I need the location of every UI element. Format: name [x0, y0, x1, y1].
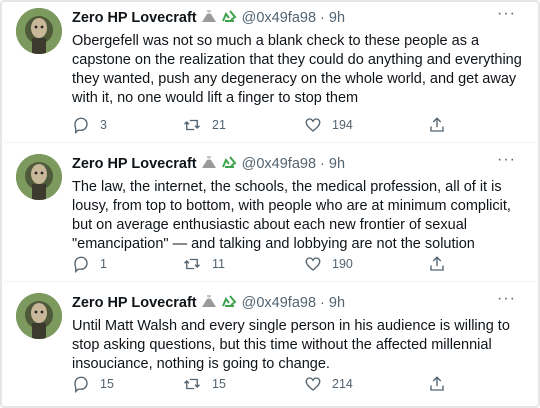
tweet-header: Zero HP Lovecraft @0x49fa98 · 9h [72, 293, 345, 313]
reply-count: 15 [100, 377, 114, 391]
share-button[interactable] [428, 116, 446, 134]
retweet-count: 21 [212, 118, 226, 132]
volcano-emoji-icon [201, 155, 217, 173]
reply-icon [74, 376, 88, 393]
display-name[interactable]: Zero HP Lovecraft [72, 10, 197, 26]
divider [4, 142, 536, 143]
tweet-text: Until Matt Walsh and every single person… [72, 318, 510, 372]
reply-count: 1 [100, 257, 107, 271]
action-bar: 3 21 194 [72, 116, 452, 136]
separator-dot: · [320, 10, 325, 26]
reply-icon [74, 117, 88, 134]
separator-dot: · [320, 295, 325, 311]
user-handle[interactable]: @0x49fa98 [242, 156, 316, 172]
heart-icon [305, 257, 321, 271]
share-icon [430, 376, 444, 391]
heart-icon [305, 118, 321, 132]
like-button[interactable]: 190 [304, 255, 353, 273]
avatar-image-icon [16, 8, 62, 54]
more-options-icon[interactable]: ··· [497, 291, 516, 307]
recycle-emoji-icon [221, 155, 237, 173]
reply-button[interactable]: 15 [72, 375, 114, 393]
display-name[interactable]: Zero HP Lovecraft [72, 295, 197, 311]
share-button[interactable] [428, 255, 446, 273]
divider [4, 281, 536, 282]
user-handle[interactable]: @0x49fa98 [242, 10, 316, 26]
like-button[interactable]: 194 [304, 116, 353, 134]
reply-icon [74, 256, 88, 273]
avatar-image-icon [16, 293, 62, 339]
user-handle[interactable]: @0x49fa98 [242, 295, 316, 311]
volcano-emoji-icon [201, 294, 217, 312]
separator-dot: · [320, 156, 325, 172]
more-options-icon[interactable]: ··· [497, 6, 516, 22]
retweet-icon [184, 119, 200, 131]
tweet-header: Zero HP Lovecraft @0x49fa98 · 9h [72, 154, 345, 174]
like-count: 214 [332, 377, 353, 391]
recycle-emoji-icon [221, 9, 237, 27]
retweet-count: 15 [212, 377, 226, 391]
avatar[interactable] [16, 8, 62, 54]
share-icon [430, 256, 444, 271]
timeline-frame: Zero HP Lovecraft @0x49fa98 · 9h ··· Obe… [0, 0, 540, 408]
share-icon [430, 117, 444, 132]
avatar[interactable] [16, 154, 62, 200]
reply-button[interactable]: 1 [72, 255, 107, 273]
timestamp[interactable]: 9h [329, 10, 345, 26]
retweet-button[interactable]: 11 [182, 255, 225, 273]
reply-button[interactable]: 3 [72, 116, 107, 134]
retweet-button[interactable]: 21 [182, 116, 226, 134]
retweet-count: 11 [212, 257, 225, 271]
heart-icon [305, 377, 321, 391]
timestamp[interactable]: 9h [329, 156, 345, 172]
more-options-icon[interactable]: ··· [497, 152, 516, 168]
recycle-emoji-icon [221, 294, 237, 312]
like-count: 194 [332, 118, 353, 132]
display-name[interactable]: Zero HP Lovecraft [72, 156, 197, 172]
timestamp[interactable]: 9h [329, 295, 345, 311]
volcano-emoji-icon [201, 9, 217, 27]
action-bar: 1 11 190 [72, 255, 452, 275]
like-button[interactable]: 214 [304, 375, 353, 393]
share-button[interactable] [428, 375, 446, 393]
like-count: 190 [332, 257, 353, 271]
retweet-button[interactable]: 15 [182, 375, 226, 393]
tweet-text: The law, the internet, the schools, the … [72, 179, 511, 252]
retweet-icon [184, 378, 200, 390]
tweet-text: Obergefell was not so much a blank check… [72, 33, 522, 106]
action-bar: 15 15 214 [72, 375, 452, 395]
reply-count: 3 [100, 118, 107, 132]
avatar-image-icon [16, 154, 62, 200]
retweet-icon [184, 258, 200, 270]
avatar[interactable] [16, 293, 62, 339]
tweet-header: Zero HP Lovecraft @0x49fa98 · 9h [72, 8, 345, 28]
